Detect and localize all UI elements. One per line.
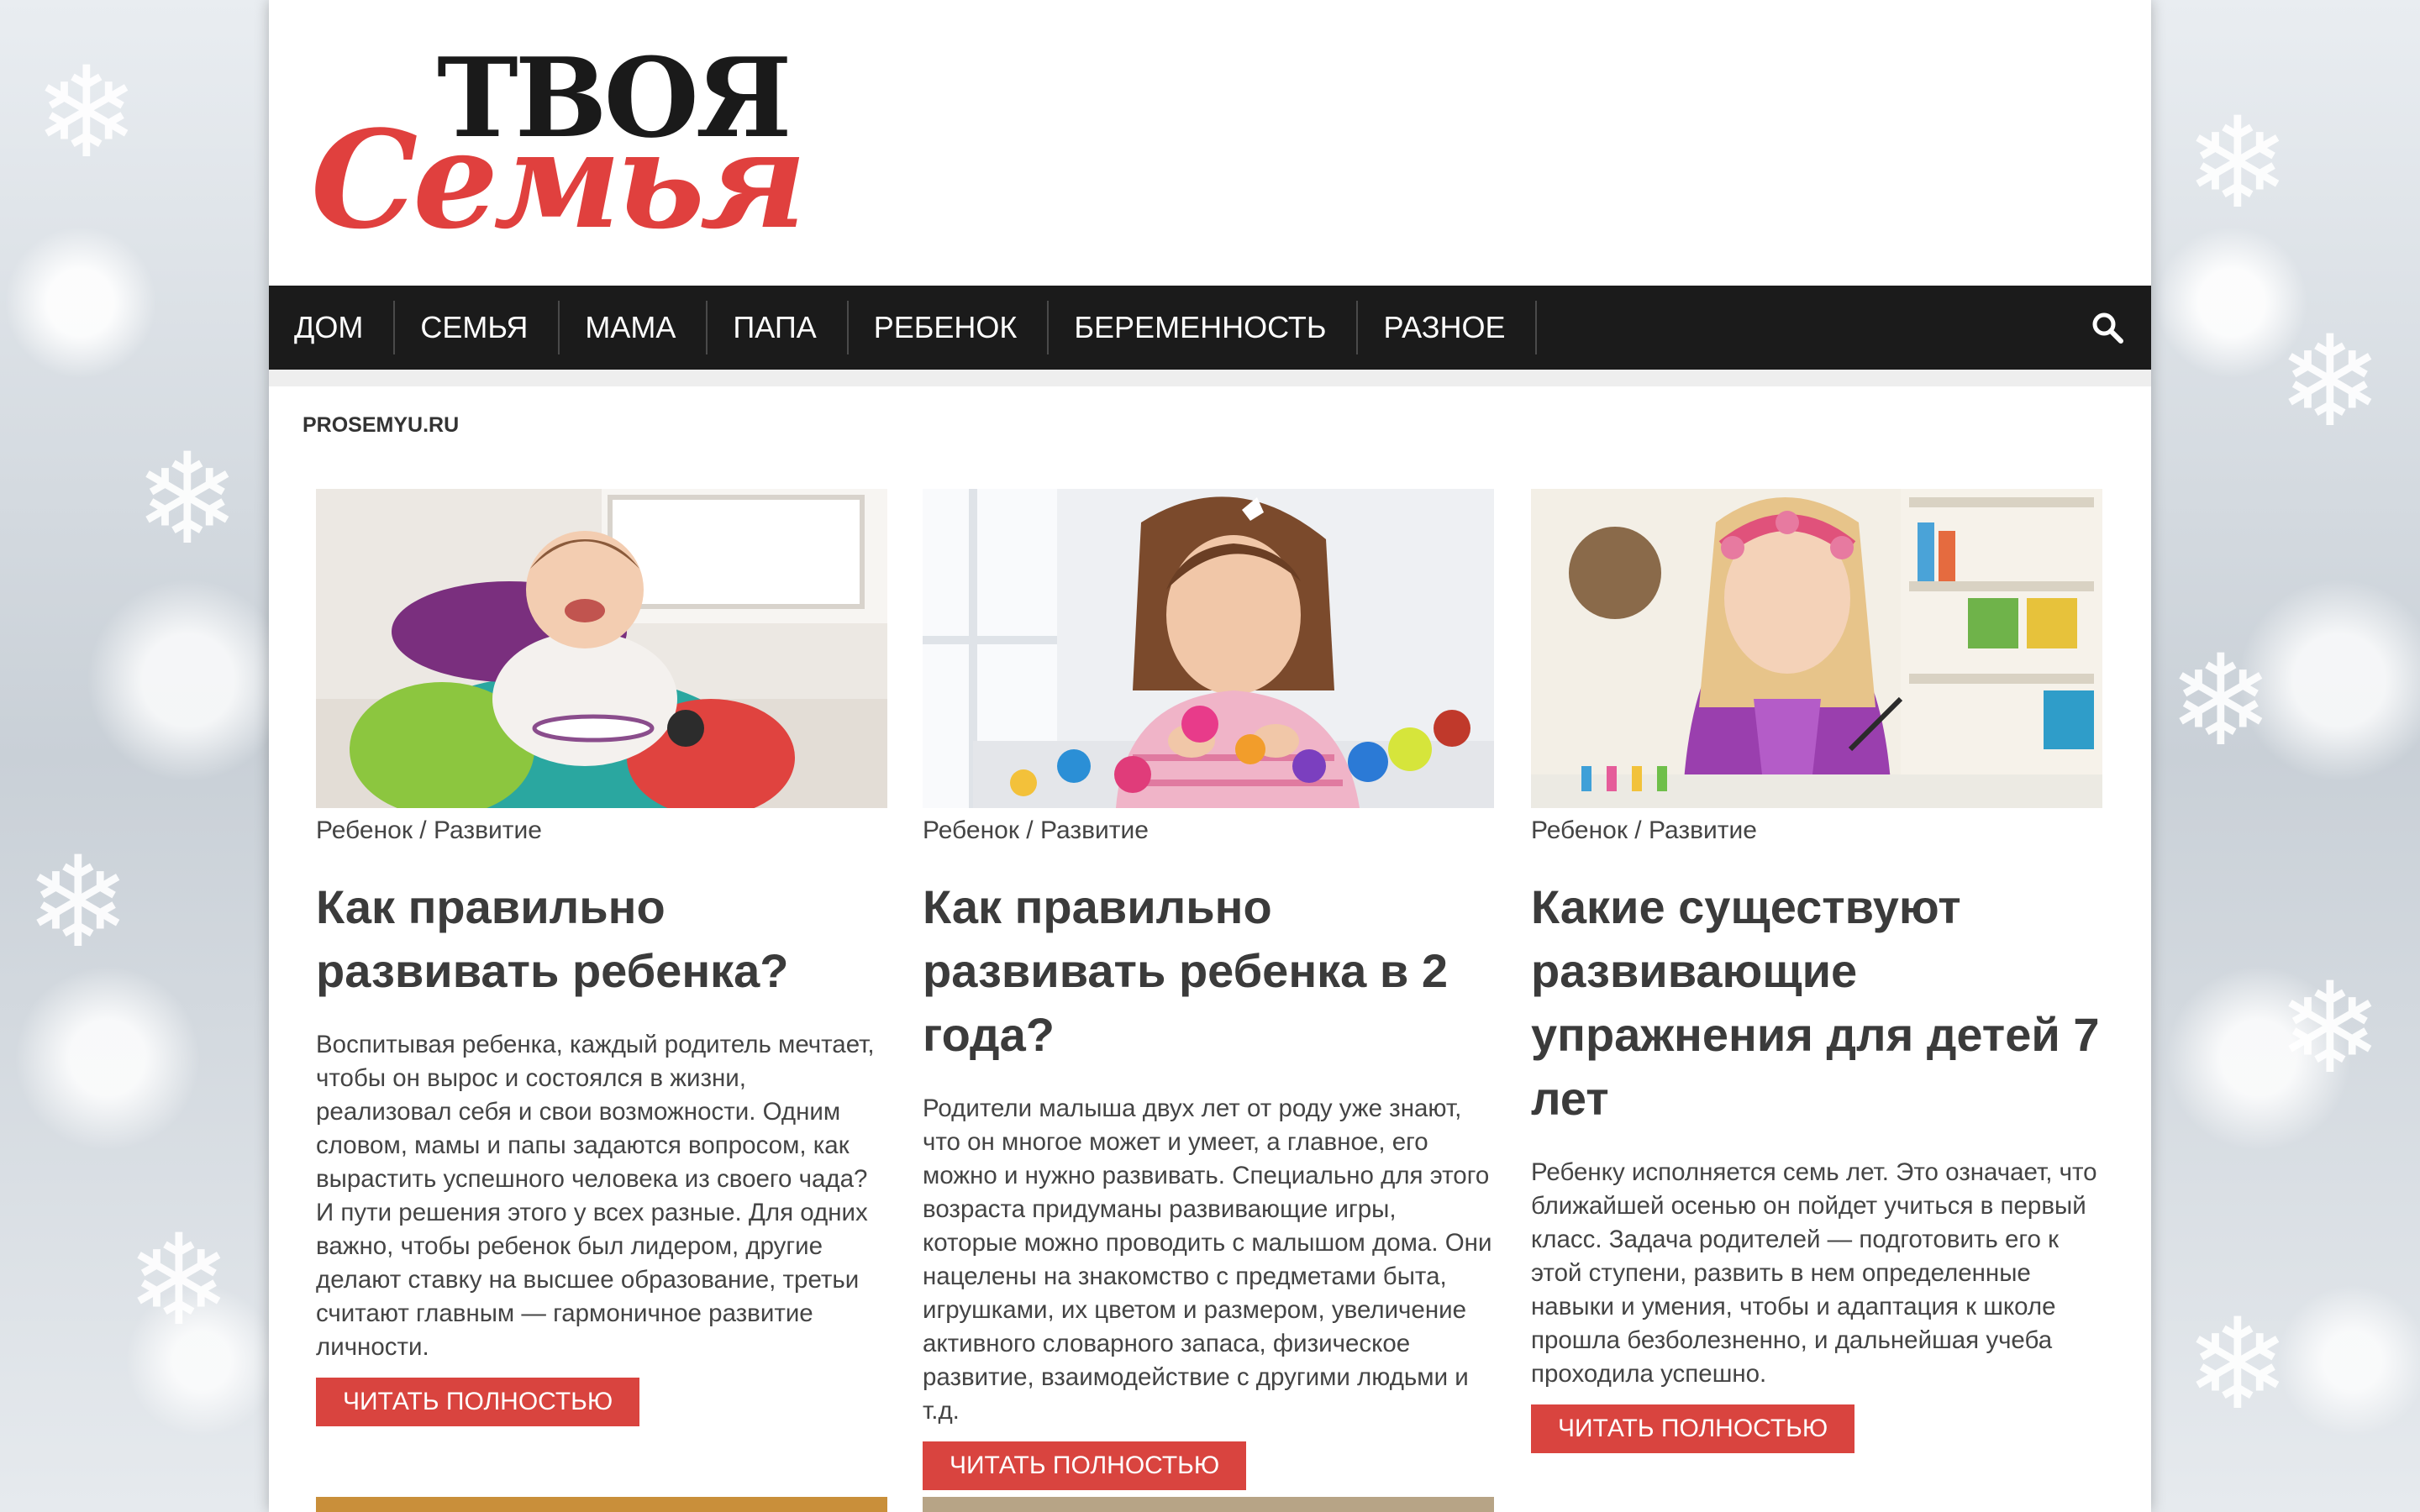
site-logo[interactable]: ТВОЯ Семья (311, 34, 807, 259)
read-more-button[interactable]: ЧИТАТЬ ПОЛНОСТЬЮ (1531, 1404, 1855, 1453)
article-card: Ребенок / Развитие Какие существуют разв… (1531, 489, 2102, 1453)
article-category[interactable]: Ребенок / Развитие (316, 816, 887, 845)
site-label: PROSEMYU.RU (302, 413, 460, 437)
article-category[interactable]: Ребенок / Развитие (923, 816, 1494, 845)
page-container: ТВОЯ Семья ДОМ СЕМЬЯ МАМА ПАПА РЕБЕНОК Б… (269, 0, 2151, 1512)
article-excerpt: Воспитывая ребенка, каждый родитель мечт… (316, 1031, 875, 1361)
nav-item-home[interactable]: ДОМ (269, 301, 396, 354)
nav-item-dad[interactable]: ПАПА (708, 301, 849, 354)
article-card: Ребенок / Развитие Как правильно развива… (923, 489, 1494, 1490)
article-excerpt: Ребенку исполняется семь лет. Это означа… (1531, 1158, 2097, 1388)
nav-item-misc[interactable]: РАЗНОЕ (1358, 301, 1538, 354)
read-more-button[interactable]: ЧИТАТЬ ПОЛНОСТЬЮ (923, 1441, 1247, 1490)
read-more-button[interactable]: ЧИТАТЬ ПОЛНОСТЬЮ (316, 1378, 640, 1426)
site-header: ТВОЯ Семья (269, 0, 2151, 286)
snowflake-decoration: ❄ (2277, 956, 2383, 1102)
snow-background-left: ❄ ❄ ❄ ❄ (0, 0, 269, 1512)
snow-background-right: ❄ ❄ ❄ ❄ ❄ (2151, 0, 2420, 1512)
article-image-girl-drawing[interactable] (1531, 489, 2102, 808)
article-title[interactable]: Как правильно развивать ребенка в 2 года… (923, 875, 1494, 1067)
nav-item-mom[interactable]: МАМА (560, 301, 708, 354)
snowflake-decoration: ❄ (34, 40, 139, 186)
nav-item-family[interactable]: СЕМЬЯ (395, 301, 560, 354)
article-card: Ребенок / Развитие Как правильно развива… (316, 489, 887, 1426)
subnav-bar (269, 370, 2151, 386)
logo-text-bottom: Семья (311, 101, 807, 259)
snowflake-decoration: ❄ (2168, 628, 2274, 774)
main-navigation: ДОМ СЕМЬЯ МАМА ПАПА РЕБЕНОК БЕРЕМЕННОСТЬ… (269, 286, 2151, 370)
snowflake-decoration: ❄ (2185, 1292, 2291, 1438)
article-image-next[interactable] (316, 1497, 887, 1512)
snowflake-decoration: ❄ (2277, 309, 2383, 455)
snowflake-decoration: ❄ (2185, 91, 2291, 237)
snowflake-decoration: ❄ (134, 427, 240, 573)
article-image-baby[interactable] (316, 489, 887, 808)
article-title[interactable]: Как правильно развивать ребенка? (316, 875, 887, 1003)
article-image-toddler[interactable] (923, 489, 1494, 808)
nav-item-pregnancy[interactable]: БЕРЕМЕННОСТЬ (1049, 301, 1359, 354)
snowflake-decoration: ❄ (126, 1208, 232, 1354)
article-title[interactable]: Какие существуют развивающие упражнения … (1531, 875, 2102, 1131)
snowflake-decoration: ❄ (25, 830, 131, 976)
nav-item-child[interactable]: РЕБЕНОК (849, 301, 1050, 354)
article-image-next[interactable] (923, 1497, 1494, 1512)
article-category[interactable]: Ребенок / Развитие (1531, 816, 2102, 845)
search-icon[interactable] (2091, 311, 2124, 344)
article-excerpt: Родители малыша двух лет от роду уже зна… (923, 1095, 1492, 1425)
